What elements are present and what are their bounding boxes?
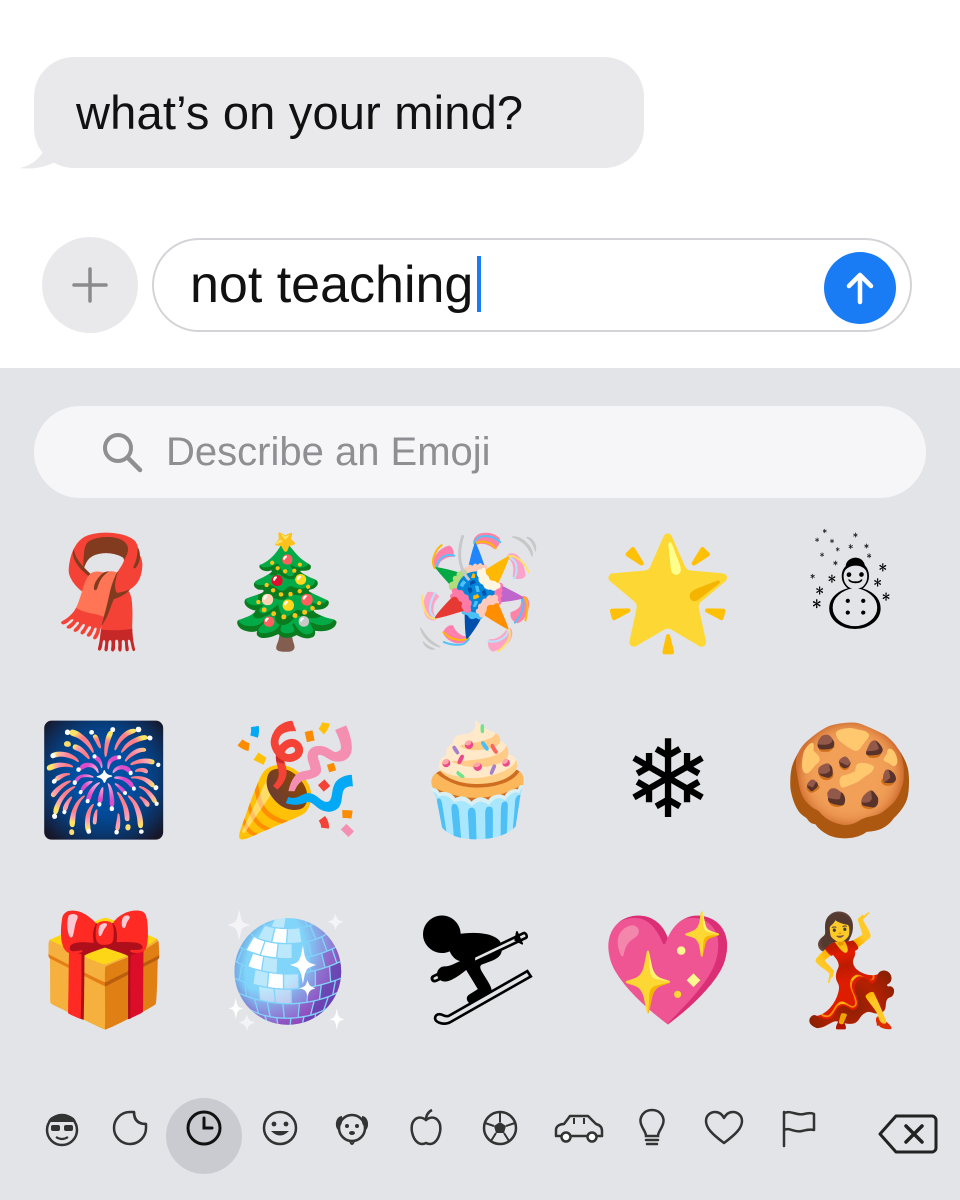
message-input-text: not teaching <box>190 256 474 314</box>
magnifying-glass-icon <box>103 433 143 473</box>
emoji-snowflake[interactable]: ❄ <box>578 706 758 856</box>
emoji-wrapped-gift[interactable]: 🎁 <box>14 896 194 1046</box>
category-objects[interactable] <box>630 1106 674 1150</box>
clock-icon <box>186 1110 222 1146</box>
category-food[interactable] <box>404 1106 448 1150</box>
delete-button[interactable] <box>878 1112 938 1156</box>
category-recently-used[interactable] <box>182 1106 226 1150</box>
smiley-icon <box>262 1110 298 1146</box>
backspace-icon <box>878 1114 938 1154</box>
message-input[interactable]: not teaching <box>152 238 912 332</box>
category-smileys[interactable] <box>258 1106 302 1150</box>
emoji-keyboard: Describe an Emoji 🧣 🎄 🪅 🌟 ☃ 🎆 🎉 🧁 ❄ 🍪 🎁 … <box>0 368 960 1200</box>
emoji-category-bar <box>0 1068 960 1200</box>
emoji-search-placeholder: Describe an Emoji <box>166 430 491 474</box>
text-caret <box>477 256 482 313</box>
heart-icon <box>704 1110 744 1145</box>
emoji-glowing-star[interactable]: 🌟 <box>578 518 758 668</box>
emoji-christmas-tree[interactable]: 🎄 <box>196 518 376 668</box>
emoji-snowman[interactable]: ☃ <box>760 518 940 668</box>
emoji-search-field[interactable]: Describe an Emoji <box>34 406 926 498</box>
category-memoji[interactable] <box>40 1106 84 1150</box>
incoming-message-bubble[interactable]: what’s on your mind? <box>34 57 644 168</box>
add-attachment-button[interactable] <box>42 237 138 333</box>
emoji-grid: 🧣 🎄 🪅 🌟 ☃ 🎆 🎉 🧁 ❄ 🍪 🎁 🪩 ⛷ 💖 💃 <box>0 518 960 1078</box>
category-flags[interactable] <box>776 1106 820 1150</box>
emoji-mirror-ball[interactable]: 🪩 <box>196 896 376 1046</box>
incoming-message-text: what’s on your mind? <box>76 86 524 139</box>
category-travel[interactable] <box>552 1106 604 1150</box>
arrow-up-icon <box>846 272 874 305</box>
car-icon <box>554 1114 604 1143</box>
category-stickers[interactable] <box>108 1106 152 1150</box>
sticker-icon <box>112 1110 148 1146</box>
category-activity[interactable] <box>478 1106 522 1150</box>
lightbulb-icon <box>639 1108 665 1146</box>
emoji-party-popper[interactable]: 🎉 <box>206 706 386 856</box>
emoji-scarf[interactable]: 🧣 <box>14 518 194 668</box>
flag-icon <box>782 1110 816 1148</box>
emoji-pinata[interactable]: 🪅 <box>388 518 568 668</box>
send-button[interactable] <box>824 252 896 324</box>
emoji-cupcake[interactable]: 🧁 <box>388 706 568 856</box>
emoji-fireworks[interactable]: 🎆 <box>14 706 194 856</box>
category-symbols[interactable] <box>702 1106 746 1150</box>
apple-icon <box>410 1108 442 1146</box>
dog-icon <box>335 1113 369 1145</box>
emoji-cookie[interactable]: 🍪 <box>760 706 940 856</box>
emoji-woman-dancing[interactable]: 💃 <box>760 896 940 1046</box>
message-area: what’s on your mind? not teaching <box>0 0 960 368</box>
category-animals[interactable] <box>330 1106 374 1150</box>
memoji-face-icon <box>45 1113 79 1147</box>
soccer-ball-icon <box>482 1110 518 1146</box>
emoji-skier[interactable]: ⛷ <box>388 896 568 1046</box>
emoji-sparkling-heart[interactable]: 💖 <box>578 896 758 1046</box>
plus-icon <box>72 267 108 303</box>
